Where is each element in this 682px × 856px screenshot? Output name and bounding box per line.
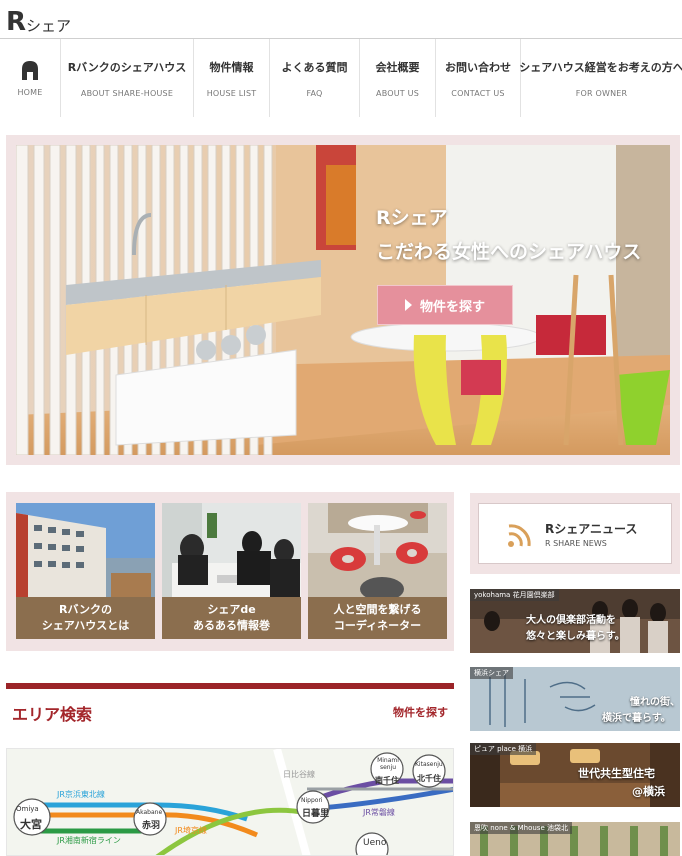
nav-contact-us[interactable]: お問い合わせ CONTACT US [435, 39, 520, 117]
area-search-title: エリア検索 [12, 705, 93, 724]
station-en: Ueno [363, 838, 387, 848]
nav-label-jp: 会社概要 [375, 60, 420, 74]
card-image [16, 503, 155, 597]
banner-tag: 横浜シェア [470, 667, 513, 679]
hero-subtitle: こだわる女性へのシェアハウス [376, 241, 642, 263]
card-caption-line2: シェアハウスとは [41, 619, 130, 632]
card-image [162, 503, 301, 597]
area-divider [6, 683, 454, 689]
banner-ikebukuro[interactable]: 恩吹 none & Mhouse 池袋北 [470, 822, 680, 856]
rail-line-label: JR湘南新宿ライン [57, 836, 121, 845]
card-coordinator[interactable]: 人と空間を繋げる コーディネーター [308, 503, 447, 639]
nav-label-en: HOUSE LIST [206, 88, 257, 98]
card-caption: Rバンクの シェアハウスとは [16, 597, 155, 639]
station-jp: 北千住 [417, 774, 441, 783]
hero-title: Rシェア [376, 207, 448, 229]
station-en: Akabane [136, 809, 163, 816]
news-subtitle: R SHARE NEWS [545, 538, 607, 548]
banner-tag: ピュア place 横浜 [470, 743, 537, 755]
rail-line-label: 日比谷線 [283, 770, 315, 779]
rss-icon [508, 523, 531, 547]
news-frame: Rシェアニュース R SHARE NEWS [470, 493, 680, 574]
nav-label-jp: お問い合わせ [445, 60, 511, 74]
rail-line-label: JR埼京線 [175, 826, 207, 835]
logo-text: シェア [26, 17, 72, 35]
card-caption: 人と空間を繋げる コーディネーター [308, 597, 447, 639]
station-en: Nippori [301, 797, 323, 804]
nav-label-jp: Rバンクのシェアハウス [67, 60, 187, 74]
banner-text: 憧れの街、 [630, 697, 680, 708]
card-caption-line2: コーディネーター [333, 619, 422, 632]
news-title: Rシェアニュース [545, 521, 638, 536]
nav-home-label: HOME [17, 87, 43, 97]
banner-text: 世代共生型住宅 [578, 767, 655, 780]
nav-label-en: FAQ [306, 88, 323, 98]
banner-text: 横浜で暮らす。 [602, 713, 671, 724]
nav-house-list[interactable]: 物件情報 HOUSE LIST [193, 39, 269, 117]
news-link[interactable]: Rシェアニュース R SHARE NEWS [478, 503, 672, 564]
logo-letter: R [6, 7, 26, 37]
nav-label-jp: よくある質問 [281, 60, 348, 74]
banner-pure-place[interactable]: ピュア place 横浜 世代共生型住宅 @横浜 [470, 743, 680, 807]
hero-frame: Rシェア こだわる女性へのシェアハウス 物件を探す [6, 135, 680, 465]
nav-label-jp: シェアハウス経営をお考えの方へ [519, 60, 682, 74]
banner-yokohama-share[interactable]: 横浜シェア 憧れの街、 横浜で暮らす。 [470, 667, 680, 731]
nav-label-en: FOR OWNER [575, 88, 628, 98]
card-about-share-house[interactable]: Rバンクの シェアハウスとは [16, 503, 155, 639]
nav-label-en: ABOUT US [376, 88, 419, 98]
station-en: Minami senju [377, 757, 399, 771]
station-en: Kitasenju [415, 761, 443, 768]
nav-label-en: ABOUT SHARE-HOUSE [80, 88, 174, 98]
area-search-link[interactable]: 物件を探す [393, 704, 448, 720]
banner-text: 悠々と楽しみ暮らす。 [526, 631, 625, 642]
nav-label-en: CONTACT US [451, 88, 505, 98]
station-jp: 南千住 [375, 776, 399, 785]
nav-for-owner[interactable]: シェアハウス経営をお考えの方へ FOR OWNER [519, 39, 682, 117]
banner-text: 大人の倶楽部活動を [526, 615, 616, 626]
nav-faq[interactable]: よくある質問 FAQ [269, 39, 359, 117]
nav-about-us[interactable]: 会社概要 ABOUT US [359, 39, 435, 117]
route-map[interactable]: Omiya 大宮 Akabane 赤羽 Nippori 日暮里 Minami s… [6, 748, 454, 856]
nav-label-jp: 物件情報 [209, 60, 254, 74]
card-caption-line1: 人と空間を繋げる [333, 603, 422, 616]
search-property-button[interactable]: 物件を探す [377, 285, 513, 325]
banner-text: @横浜 [632, 785, 665, 798]
card-image [308, 503, 447, 597]
nav-home[interactable]: HOME [0, 39, 60, 117]
hero-image: Rシェア こだわる女性へのシェアハウス 物件を探す [16, 145, 670, 455]
card-share-info[interactable]: シェアde あるある情報巻 [162, 503, 301, 639]
main-nav: HOME Rバンクのシェアハウス ABOUT SHARE-HOUSE 物件情報 … [0, 39, 682, 117]
banner-tag: yokohama 花月園倶楽部 [470, 589, 559, 601]
site-logo[interactable]: R シェア [6, 4, 71, 36]
home-icon [21, 60, 39, 80]
search-property-label: 物件を探す [419, 299, 485, 315]
card-caption-line1: シェアde [207, 603, 256, 616]
station-jp: 日暮里 [302, 809, 330, 819]
card-caption: シェアde あるある情報巻 [162, 597, 301, 639]
rail-line-label: JR京浜東北線 [57, 790, 105, 799]
card-caption-line1: Rバンクの [58, 603, 113, 616]
card-caption-line2: あるある情報巻 [193, 619, 270, 632]
nav-about-share-house[interactable]: Rバンクのシェアハウス ABOUT SHARE-HOUSE [60, 39, 193, 117]
feature-cards: Rバンクの シェアハウスとは シェアde あるある情報巻 人と空間を繋げる コー… [6, 492, 454, 651]
hero-photo [16, 145, 670, 455]
banner-tag: 恩吹 none & Mhouse 池袋北 [470, 822, 572, 834]
banner-kagetsuen[interactable]: yokohama 花月園倶楽部 大人の倶楽部活動を 悠々と楽しみ暮らす。 [470, 589, 680, 653]
play-icon [404, 299, 412, 311]
station-en: Omiya [16, 805, 39, 813]
station-jp: 大宮 [20, 818, 42, 831]
rail-line-label: JR常磐線 [363, 808, 395, 817]
station-jp: 赤羽 [142, 821, 161, 831]
